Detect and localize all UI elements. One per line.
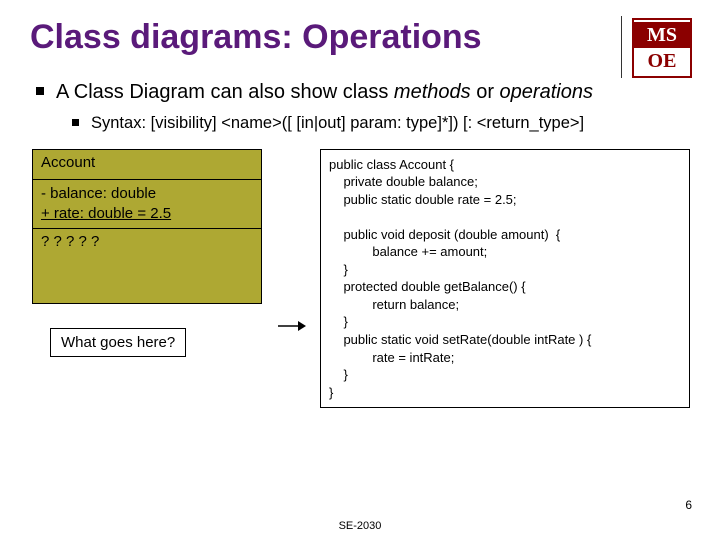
bullet-main: A Class Diagram can also show class meth… — [36, 79, 690, 105]
header-divider — [621, 16, 622, 78]
page-number: 6 — [685, 498, 692, 512]
bullet-sub-text: Syntax: [visibility] <name>([ [in|out] p… — [91, 113, 584, 134]
bullet-icon — [72, 119, 79, 126]
uml-attr-2: + rate: double = 2.5 — [41, 204, 253, 224]
logo-bottom: OE — [648, 48, 677, 74]
bullet-italic1: methods — [394, 81, 471, 103]
uml-class-name: Account — [33, 150, 261, 180]
msoe-logo: MS OE — [632, 18, 692, 78]
uml-operations: ? ? ? ? ? — [33, 229, 261, 303]
logo-top: MS — [634, 22, 690, 48]
bullet-main-text: A Class Diagram can also show class meth… — [56, 79, 593, 105]
bullet-frag2: or — [471, 81, 500, 103]
uml-class-box: Account - balance: double + rate: double… — [32, 149, 262, 305]
uml-attr-1: - balance: double — [41, 184, 253, 204]
bullet-italic2: operations — [500, 81, 593, 103]
left-col: Account - balance: double + rate: double… — [30, 149, 262, 358]
bullet-frag1: A Class Diagram can also show class — [56, 81, 394, 103]
arrow-icon — [276, 319, 306, 338]
code-example: public class Account { private double ba… — [320, 149, 690, 409]
what-goes-here-label: What goes here? — [50, 328, 186, 357]
footer-text: SE-2030 — [0, 520, 720, 532]
slide-title: Class diagrams: Operations — [30, 18, 690, 57]
bullet-sub: Syntax: [visibility] <name>([ [in|out] p… — [72, 113, 690, 134]
bullet-icon — [36, 87, 44, 95]
uml-attributes: - balance: double + rate: double = 2.5 — [33, 180, 261, 230]
